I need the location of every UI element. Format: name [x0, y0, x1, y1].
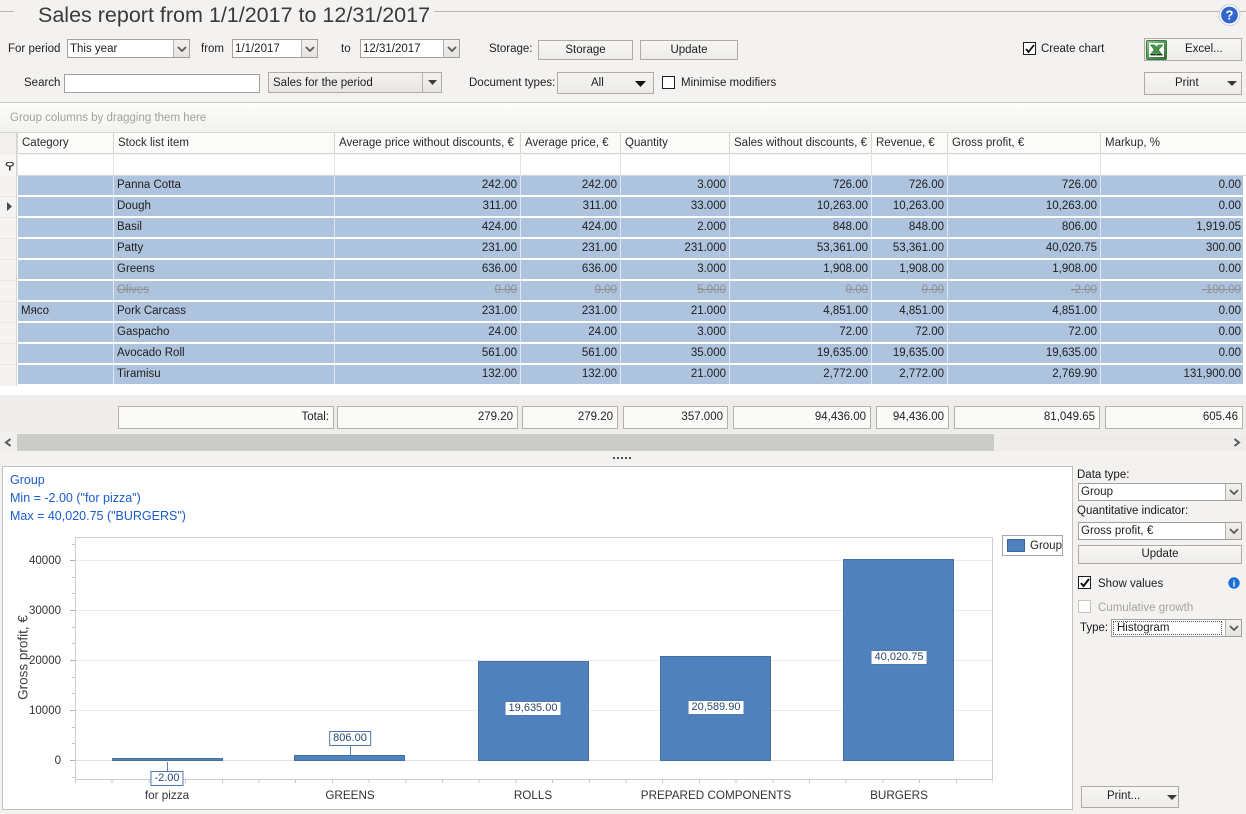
svg-text:?: ? [1226, 7, 1234, 22]
